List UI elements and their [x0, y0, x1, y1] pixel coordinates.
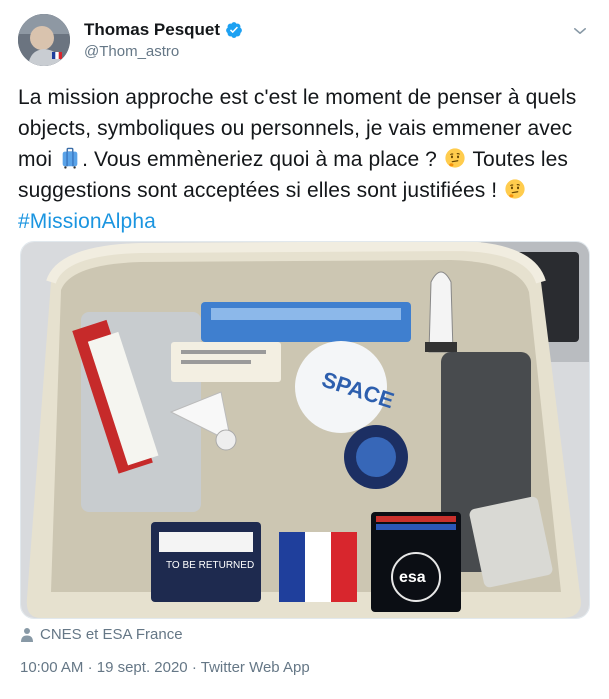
meta-separator: · — [191, 659, 197, 676]
esa-patch-label: esa — [399, 569, 426, 586]
tweet-card: Thomas Pesquet @Thom_astro La mission ap… — [0, 0, 609, 699]
luggage-emoji-icon — [62, 147, 78, 169]
location-text: CNES et ESA France — [40, 626, 183, 643]
tweet-text: La mission approche est c'est le moment … — [18, 82, 590, 237]
tweet-source[interactable]: Twitter Web App — [201, 659, 310, 676]
chevron-down-icon[interactable] — [571, 22, 589, 40]
author-avatar[interactable] — [18, 14, 70, 66]
to-be-returned-label: TO BE RETURNED — [166, 560, 254, 571]
verified-badge-icon — [226, 22, 242, 38]
location-tag[interactable]: CNES et ESA France — [20, 626, 183, 643]
author-name-row: Thomas Pesquet — [84, 20, 243, 40]
tweet-text-part2: . Vous emmèneriez quoi à ma place ? — [82, 148, 437, 171]
tweet-metadata: 10:00 AM · 19 sept. 2020 · Twitter Web A… — [20, 659, 310, 676]
author-handle[interactable]: @Thom_astro — [84, 43, 179, 60]
tweet-time[interactable]: 10:00 AM — [20, 659, 83, 676]
author-name[interactable]: Thomas Pesquet — [84, 20, 220, 40]
hashtag-link[interactable]: #MissionAlpha — [18, 210, 156, 233]
tweet-photo[interactable]: SPACE TO BE RETURNED esa — [20, 241, 590, 619]
meta-separator: · — [87, 659, 93, 676]
tweet-date[interactable]: 19 sept. 2020 — [97, 659, 188, 676]
thinking-face-emoji-icon — [445, 148, 465, 168]
thinking-face-emoji-icon — [505, 179, 525, 199]
bag-photo-illustration: SPACE TO BE RETURNED esa — [21, 242, 589, 618]
avatar-image — [18, 14, 70, 66]
person-icon — [21, 627, 33, 642]
